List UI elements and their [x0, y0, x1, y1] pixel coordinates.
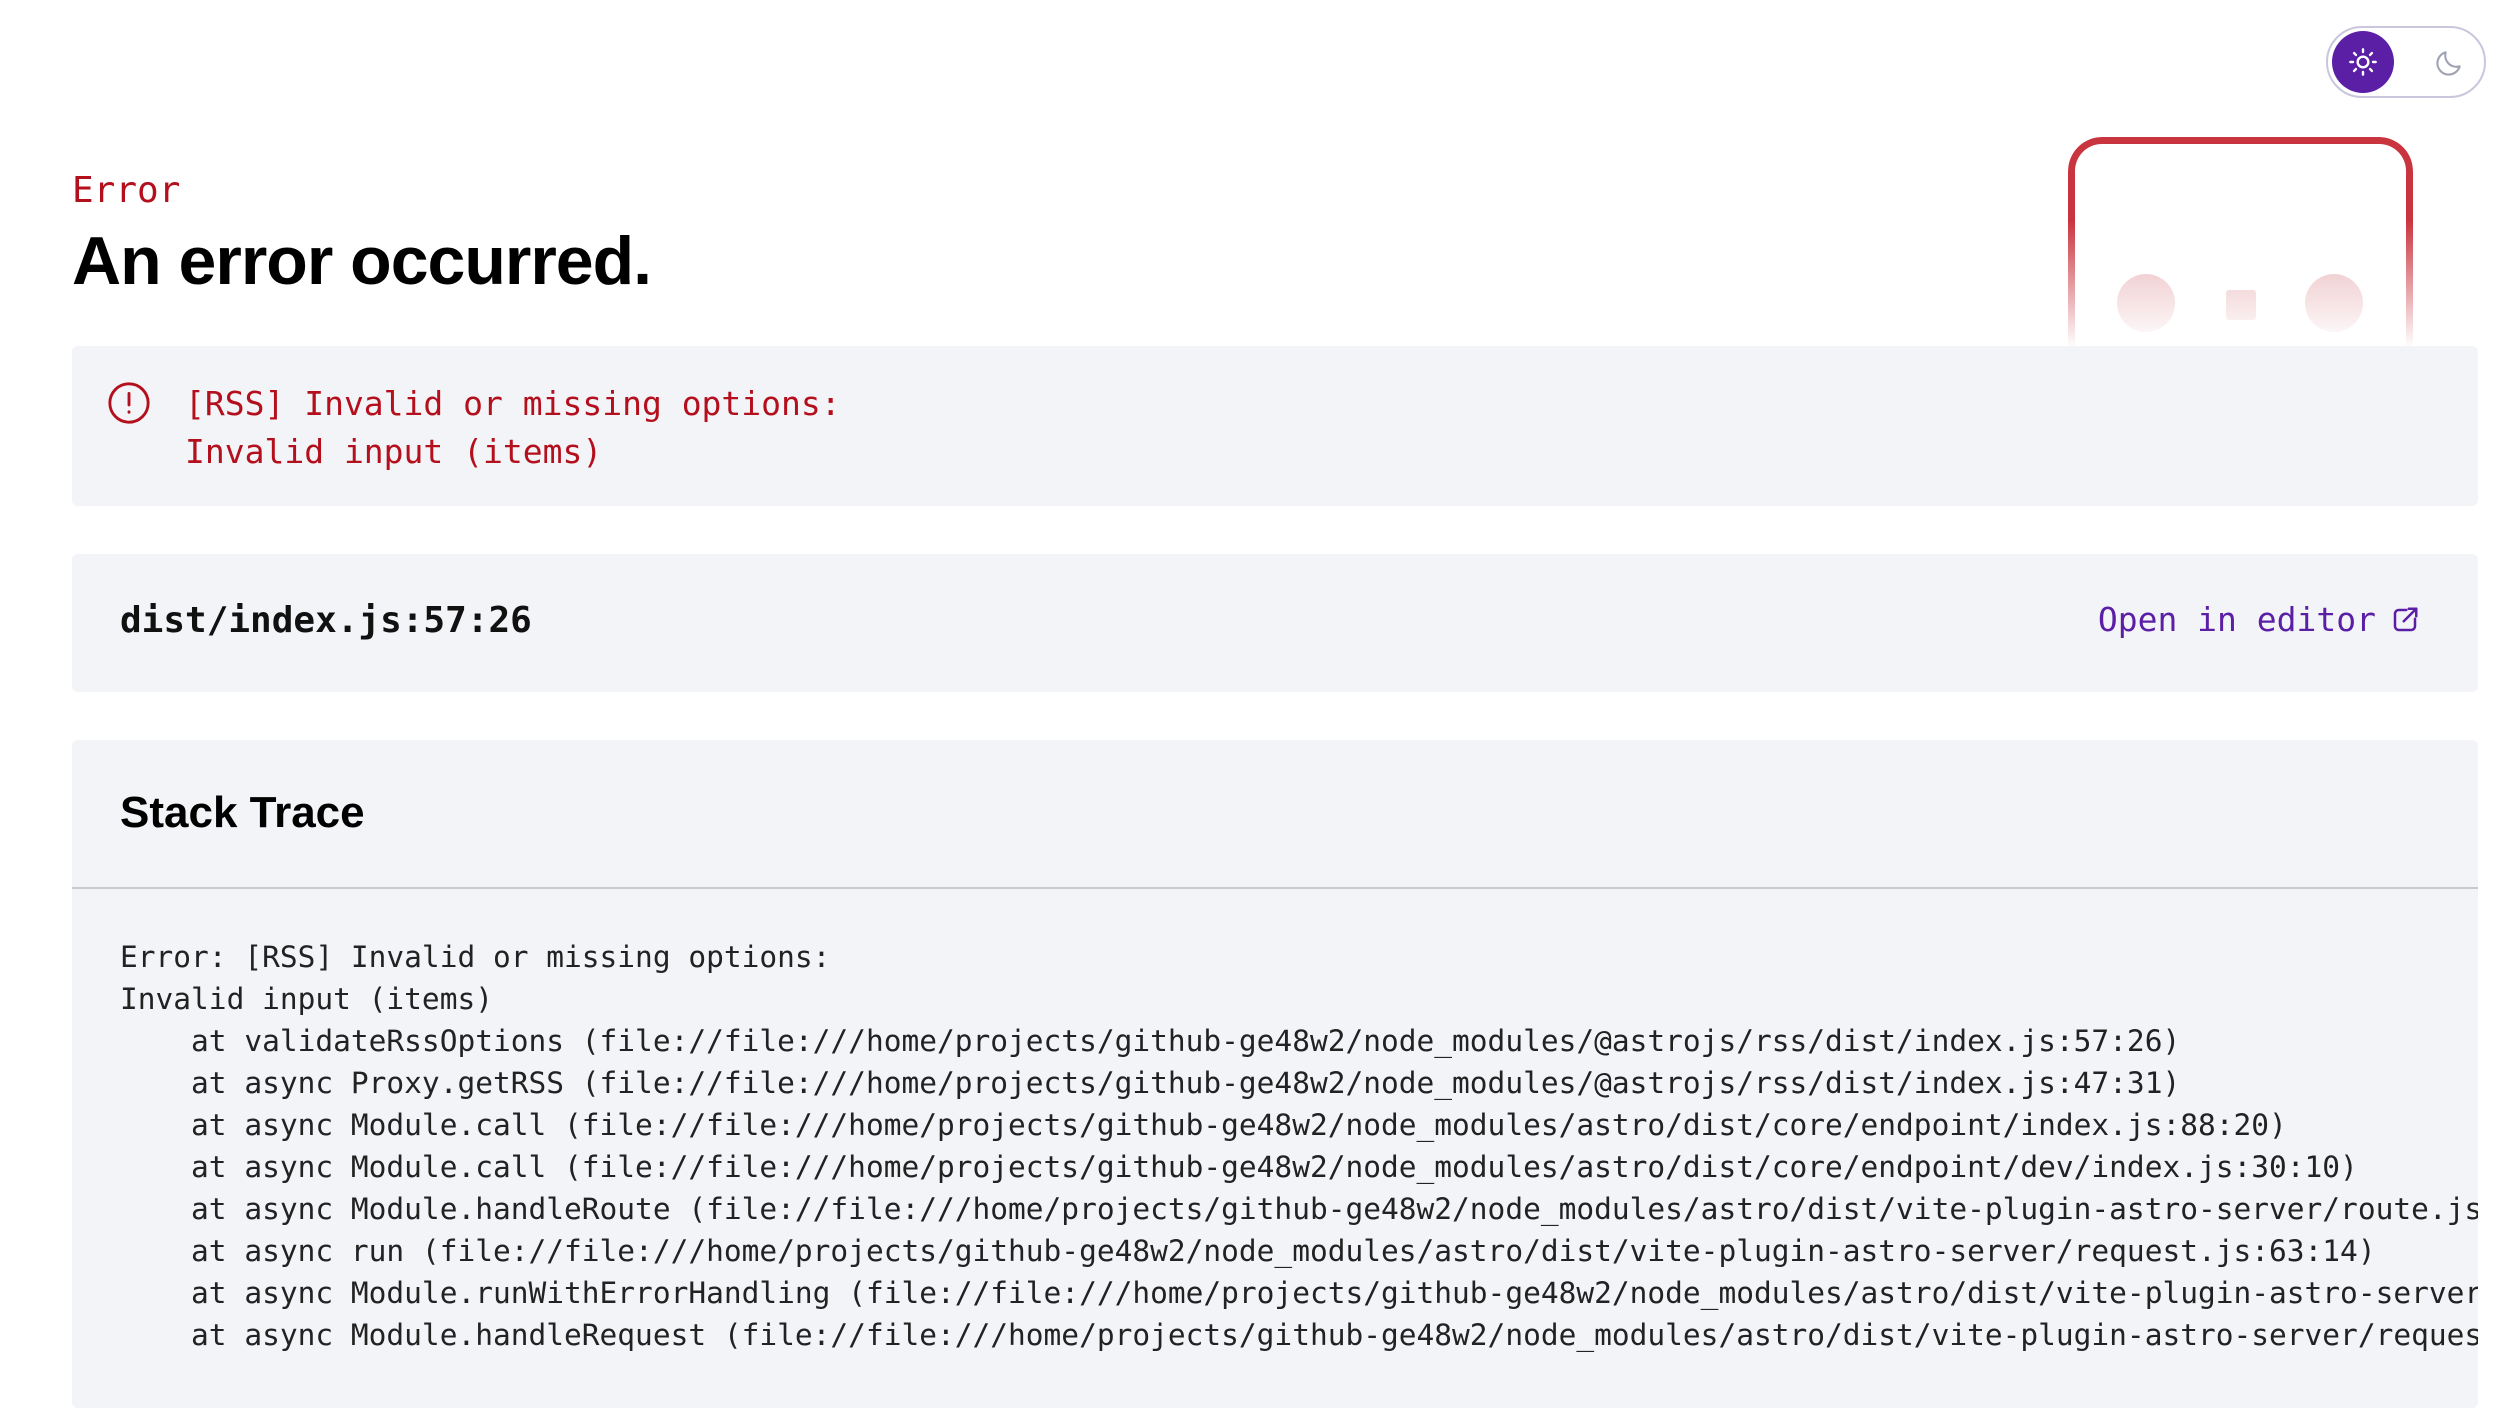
stack-line: Error: [RSS] Invalid or missing options: [120, 940, 831, 974]
stack-line: at async Module.runWithErrorHandling (fi… [120, 1276, 2478, 1310]
astro-logo-icon [2068, 137, 2413, 347]
stack-trace-panel: Stack Trace Error: [RSS] Invalid or miss… [72, 740, 2478, 1408]
divider [72, 887, 2478, 889]
theme-toggle[interactable] [2326, 26, 2486, 98]
sun-icon [2349, 48, 2377, 76]
alert-circle-icon [108, 382, 150, 424]
stack-line: Invalid input (items) [120, 982, 493, 1016]
error-location-panel: dist/index.js:57:26 Open in editor [72, 554, 2478, 692]
stack-line: at async Proxy.getRSS (file://file:///ho… [120, 1066, 2181, 1100]
error-message: [RSS] Invalid or missing options: Invali… [185, 380, 841, 476]
dark-theme-button[interactable] [2432, 46, 2466, 80]
moon-icon [2436, 51, 2461, 76]
stack-trace-text[interactable]: Error: [RSS] Invalid or missing options:… [120, 936, 2478, 1356]
error-message-line-2: Invalid input (items) [185, 432, 603, 471]
stack-line: at async Module.call (file://file:///hom… [120, 1108, 2287, 1142]
mascot-left-eye [2117, 274, 2175, 332]
error-message-panel: [RSS] Invalid or missing options: Invali… [72, 346, 2478, 506]
stack-line: at validateRssOptions (file://file:///ho… [120, 1024, 2181, 1058]
stack-trace-title: Stack Trace [120, 788, 365, 837]
mascot-right-eye [2305, 274, 2363, 332]
stack-line: at async Module.handleRequest (file://fi… [120, 1318, 2478, 1352]
stack-line: at async Module.call (file://file:///hom… [120, 1150, 2358, 1184]
light-theme-button[interactable] [2332, 31, 2394, 93]
error-message-line-1: [RSS] Invalid or missing options: [185, 384, 841, 423]
stack-line: at async run (file://file:///home/projec… [120, 1234, 2376, 1268]
error-file-location: dist/index.js:57:26 [120, 600, 532, 641]
open-in-editor-label: Open in editor [2097, 600, 2376, 639]
stack-line: at async Module.handleRoute (file://file… [120, 1192, 2478, 1226]
page-title: An error occurred. [72, 223, 652, 299]
external-link-icon [2393, 607, 2418, 631]
open-in-editor-button[interactable]: Open in editor [2098, 600, 2420, 639]
error-tag: Error [72, 170, 181, 211]
mascot-nose [2226, 290, 2256, 320]
